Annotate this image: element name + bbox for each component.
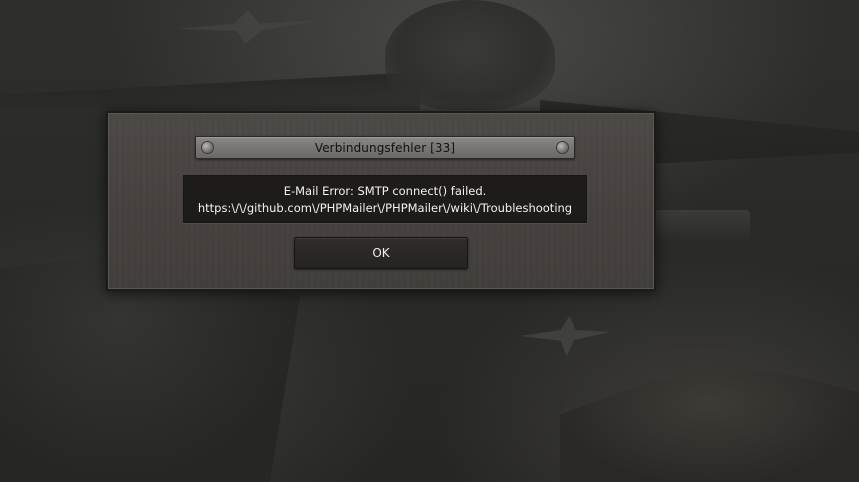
error-message-box: E-Mail Error: SMTP connect() failed. htt… [183, 175, 587, 223]
rivet-icon [557, 142, 568, 153]
error-message-line: E-Mail Error: SMTP connect() failed. [283, 183, 487, 198]
background-tank [560, 370, 859, 482]
background-tank-barrel [640, 210, 750, 240]
error-message-url: https:\/\/github.com\/PHPMailer\/PHPMail… [197, 200, 573, 215]
dialog-title-bar: Verbindungsfehler [33] [195, 136, 575, 159]
rivet-icon [202, 142, 213, 153]
ok-button[interactable]: OK [294, 237, 468, 269]
background-small-plane [178, 10, 318, 44]
background-plane-fuselage [385, 0, 555, 110]
error-dialog: Verbindungsfehler [33] E-Mail Error: SMT… [106, 111, 656, 291]
background-plane-wing [0, 72, 420, 110]
game-screen: Verbindungsfehler [33] E-Mail Error: SMT… [0, 0, 859, 482]
dialog-title: Verbindungsfehler [33] [314, 140, 456, 155]
background-small-plane [520, 316, 610, 356]
